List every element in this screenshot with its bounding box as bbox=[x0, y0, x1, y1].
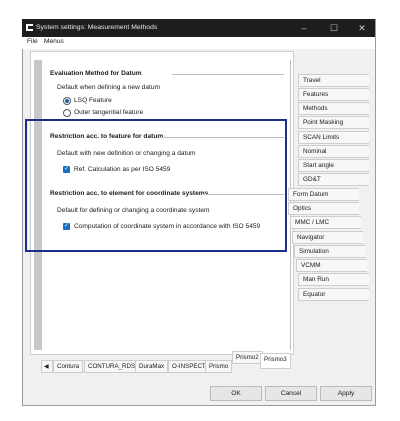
menu-file[interactable]: File bbox=[27, 38, 38, 45]
tab-methods[interactable]: Methods bbox=[298, 102, 369, 115]
tab-scan-limits[interactable]: SCAN Limits bbox=[298, 131, 369, 144]
cancel-button[interactable]: Cancel bbox=[265, 386, 317, 401]
radio-outer-tangential-label[interactable]: Outer tangential feature bbox=[74, 109, 143, 116]
tab-prismo3[interactable]: Prismo3 bbox=[260, 353, 291, 369]
evaluation-group-title: Evaluation Method for Datum bbox=[50, 70, 142, 77]
radio-lsq-label[interactable]: LSQ Feature bbox=[74, 97, 112, 104]
menu-bar: File Menus bbox=[22, 37, 375, 49]
tab-mmc-lmc[interactable]: MMC / LMC bbox=[290, 216, 361, 229]
evaluation-subtitle: Default when defining a new datum bbox=[57, 84, 161, 91]
tab-form-datum[interactable]: Form Datum bbox=[288, 188, 359, 201]
ok-button[interactable]: OK bbox=[210, 386, 262, 401]
tab-point-masking[interactable]: Point Masking bbox=[298, 116, 369, 129]
title-bar: System settings: Measurement Methods – ☐… bbox=[22, 19, 375, 37]
tab-gdt[interactable]: GD&T bbox=[298, 173, 369, 186]
radio-lsq-feature[interactable] bbox=[63, 97, 71, 105]
tab-prismo2[interactable]: Prismo2 bbox=[232, 351, 263, 364]
tab-nominal[interactable]: Nominal bbox=[298, 145, 369, 158]
evaluation-divider bbox=[172, 74, 284, 75]
tab-scroll-left-button[interactable]: ◀ bbox=[41, 360, 53, 373]
tab-prismo[interactable]: Prismo bbox=[205, 360, 233, 373]
tab-equator[interactable]: Equator bbox=[298, 288, 369, 301]
maximize-button[interactable]: ☐ bbox=[323, 22, 345, 34]
close-icon: ✕ bbox=[358, 23, 366, 33]
maximize-icon: ☐ bbox=[329, 23, 339, 33]
tab-features[interactable]: Features bbox=[298, 88, 369, 101]
close-button[interactable]: ✕ bbox=[351, 22, 373, 34]
tab-travel[interactable]: Travel bbox=[298, 74, 369, 87]
menu-menus[interactable]: Menus bbox=[44, 38, 64, 45]
tab-contura-rds[interactable]: CONTURA_RDS bbox=[84, 360, 140, 373]
tab-duramax[interactable]: DuraMax bbox=[135, 360, 169, 373]
tab-simulation[interactable]: Simulation bbox=[294, 245, 365, 258]
tab-start-angle[interactable]: Start angle bbox=[298, 159, 369, 172]
radio-outer-tangential[interactable] bbox=[63, 109, 71, 117]
app-icon bbox=[26, 24, 33, 31]
tab-man-run[interactable]: Man Run bbox=[298, 273, 369, 286]
highlight-box bbox=[25, 119, 287, 252]
tab-vcmm[interactable]: VCMM bbox=[296, 259, 367, 272]
tab-contura[interactable]: Contura bbox=[53, 360, 84, 373]
tab-optics[interactable]: Optics bbox=[288, 202, 359, 215]
apply-button[interactable]: Apply bbox=[320, 386, 372, 401]
window-title: System settings: Measurement Methods bbox=[36, 24, 158, 31]
tab-o-inspect[interactable]: O-INSPECT bbox=[168, 360, 210, 373]
minimize-icon: – bbox=[301, 23, 307, 33]
minimize-button[interactable]: – bbox=[293, 22, 315, 34]
scroll-left-icon: ◀ bbox=[44, 363, 49, 370]
tab-navigator[interactable]: Navigator bbox=[292, 231, 363, 244]
